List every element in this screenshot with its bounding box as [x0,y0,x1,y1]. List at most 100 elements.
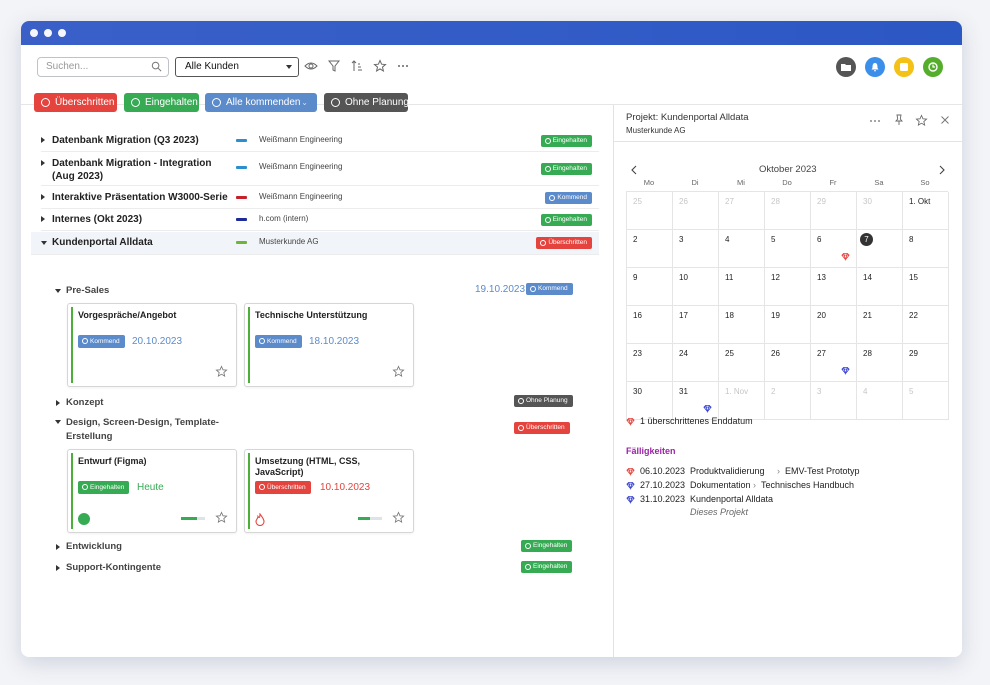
calendar-day[interactable]: 1. Okt [903,192,949,230]
calendar-day[interactable]: 25 [627,192,673,230]
calendar-day[interactable]: 2 [627,230,673,268]
folder-button[interactable] [836,57,856,77]
chat-icon[interactable] [78,513,90,525]
calendar-day[interactable]: 29 [811,192,857,230]
calendar-day[interactable]: 3 [811,382,857,420]
calendar-day[interactable]: 27 [811,344,857,382]
project-row[interactable]: Datenbank Migration (Q3 2023) Weißmann En… [41,130,599,152]
star-icon[interactable] [915,114,928,127]
calendar-day[interactable]: 5 [765,230,811,268]
chevron-right-icon[interactable] [938,165,946,175]
diamond-icon [841,252,850,262]
calendar-day[interactable]: 31 [673,382,719,420]
task-card[interactable]: Umsetzung (HTML, CSS, JavaScript) Übersch… [244,449,414,533]
calendar-day[interactable]: 17 [673,306,719,344]
weekday-label: Fr [829,178,837,187]
time-button[interactable] [923,57,943,77]
calendar-day[interactable]: 12 [765,268,811,306]
phase-presales[interactable]: Pre-Sales [55,285,109,296]
calendar-day[interactable]: 27 [719,192,765,230]
star-icon[interactable] [373,59,387,73]
calendar-day[interactable]: 21 [857,306,903,344]
close-icon[interactable] [940,115,950,125]
calendar-day[interactable]: 9 [627,268,673,306]
filter-ueberschritten-button[interactable]: Überschritten [34,93,117,112]
status-badge: Kommend [255,335,302,348]
calendar-day[interactable]: 26 [673,192,719,230]
star-icon[interactable] [215,511,228,524]
calendar-day[interactable]: 24 [673,344,719,382]
calendar-day[interactable]: 7 [857,230,903,268]
project-row[interactable]: Internes (Okt 2023) h.com (intern) Eingeha… [41,209,599,231]
star-icon[interactable] [392,365,405,378]
calendar-day[interactable]: 4 [719,230,765,268]
calendar-day[interactable]: 18 [719,306,765,344]
phase-konzept[interactable]: Konzept [56,397,103,408]
filter-icon[interactable] [327,59,341,73]
status-badge: Überschritten [514,422,570,434]
calendar-day[interactable]: 6 [811,230,857,268]
calendar-day[interactable]: 26 [765,344,811,382]
more-icon[interactable] [396,59,410,73]
flame-icon [255,513,265,526]
window-close-dot[interactable] [30,29,38,37]
phase-design[interactable]: Design, Screen-Design, Template-Erstellu… [55,416,231,444]
calendar-day[interactable]: 1. Nov [719,382,765,420]
calendar-day[interactable]: 3 [673,230,719,268]
task-card[interactable]: Vorgespräche/Angebot Kommend 20.10.2023 [67,303,237,387]
filter-kommend-dropdown[interactable]: Alle kommenden ⌄ [205,93,317,112]
task-card[interactable]: Technische Unterstützung Kommend 18.10.202… [244,303,414,387]
weekday-label: Di [691,178,699,187]
calendar-day[interactable]: 30 [857,192,903,230]
task-card[interactable]: Entwurf (Figma) Eingehalten Heute [67,449,237,533]
calendar-day[interactable]: 8 [903,230,949,268]
window-minimize-dot[interactable] [44,29,52,37]
calendar-day[interactable]: 29 [903,344,949,382]
filter-eingehalten-button[interactable]: Eingehalten [124,93,199,112]
weekday-label: Mo [643,178,655,187]
folder-icon [841,64,851,71]
calendar-day[interactable]: 2 [765,382,811,420]
calendar-day[interactable]: 25 [719,344,765,382]
weekday-label: Do [782,178,792,187]
filter-ohne-planung-button[interactable]: Ohne Planung [324,93,409,112]
status-badge: Eingehalten [521,561,573,573]
star-icon[interactable] [392,511,405,524]
chevron-left-icon[interactable] [630,165,638,175]
calendar-day[interactable]: 5 [903,382,949,420]
progress-bar [181,517,205,520]
search-input[interactable]: Suchen... [37,57,169,77]
calendar-day[interactable]: 4 [857,382,903,420]
calendar-day[interactable]: 13 [811,268,857,306]
calendar-day[interactable]: 28 [765,192,811,230]
notes-button[interactable] [894,57,914,77]
status-badge: Überschritten [536,237,592,249]
calendar-day[interactable]: 11 [719,268,765,306]
diamond-icon [703,404,712,414]
search-icon[interactable] [151,61,162,72]
calendar-day[interactable]: 20 [811,306,857,344]
calendar-day[interactable]: 14 [857,268,903,306]
more-icon[interactable] [869,115,881,127]
project-row[interactable]: Interaktive Präsentation W3000-Serie Weiß… [41,187,599,209]
calendar-day[interactable]: 10 [673,268,719,306]
phase-support[interactable]: Support-Kontingente [56,562,161,573]
calendar-day[interactable]: 22 [903,306,949,344]
due-note: Dieses Projekt [690,507,749,517]
project-row[interactable]: Datenbank Migration - Integration (Aug 2… [41,153,599,186]
customer-select[interactable]: Alle Kunden [175,57,299,77]
project-row-expanded[interactable]: Kundenportal Alldata Musterkunde AG Übersc… [31,232,599,255]
sort-icon[interactable] [350,59,364,73]
calendar-day[interactable]: 16 [627,306,673,344]
notifications-button[interactable] [865,57,885,77]
star-icon[interactable] [215,365,228,378]
calendar-day[interactable]: 30 [627,382,673,420]
calendar-day[interactable]: 19 [765,306,811,344]
calendar-day[interactable]: 28 [857,344,903,382]
eye-icon[interactable] [304,59,318,73]
window-zoom-dot[interactable] [58,29,66,37]
phase-entwicklung[interactable]: Entwicklung [56,541,122,552]
pin-icon[interactable] [893,114,905,126]
calendar-day[interactable]: 23 [627,344,673,382]
calendar-day[interactable]: 15 [903,268,949,306]
